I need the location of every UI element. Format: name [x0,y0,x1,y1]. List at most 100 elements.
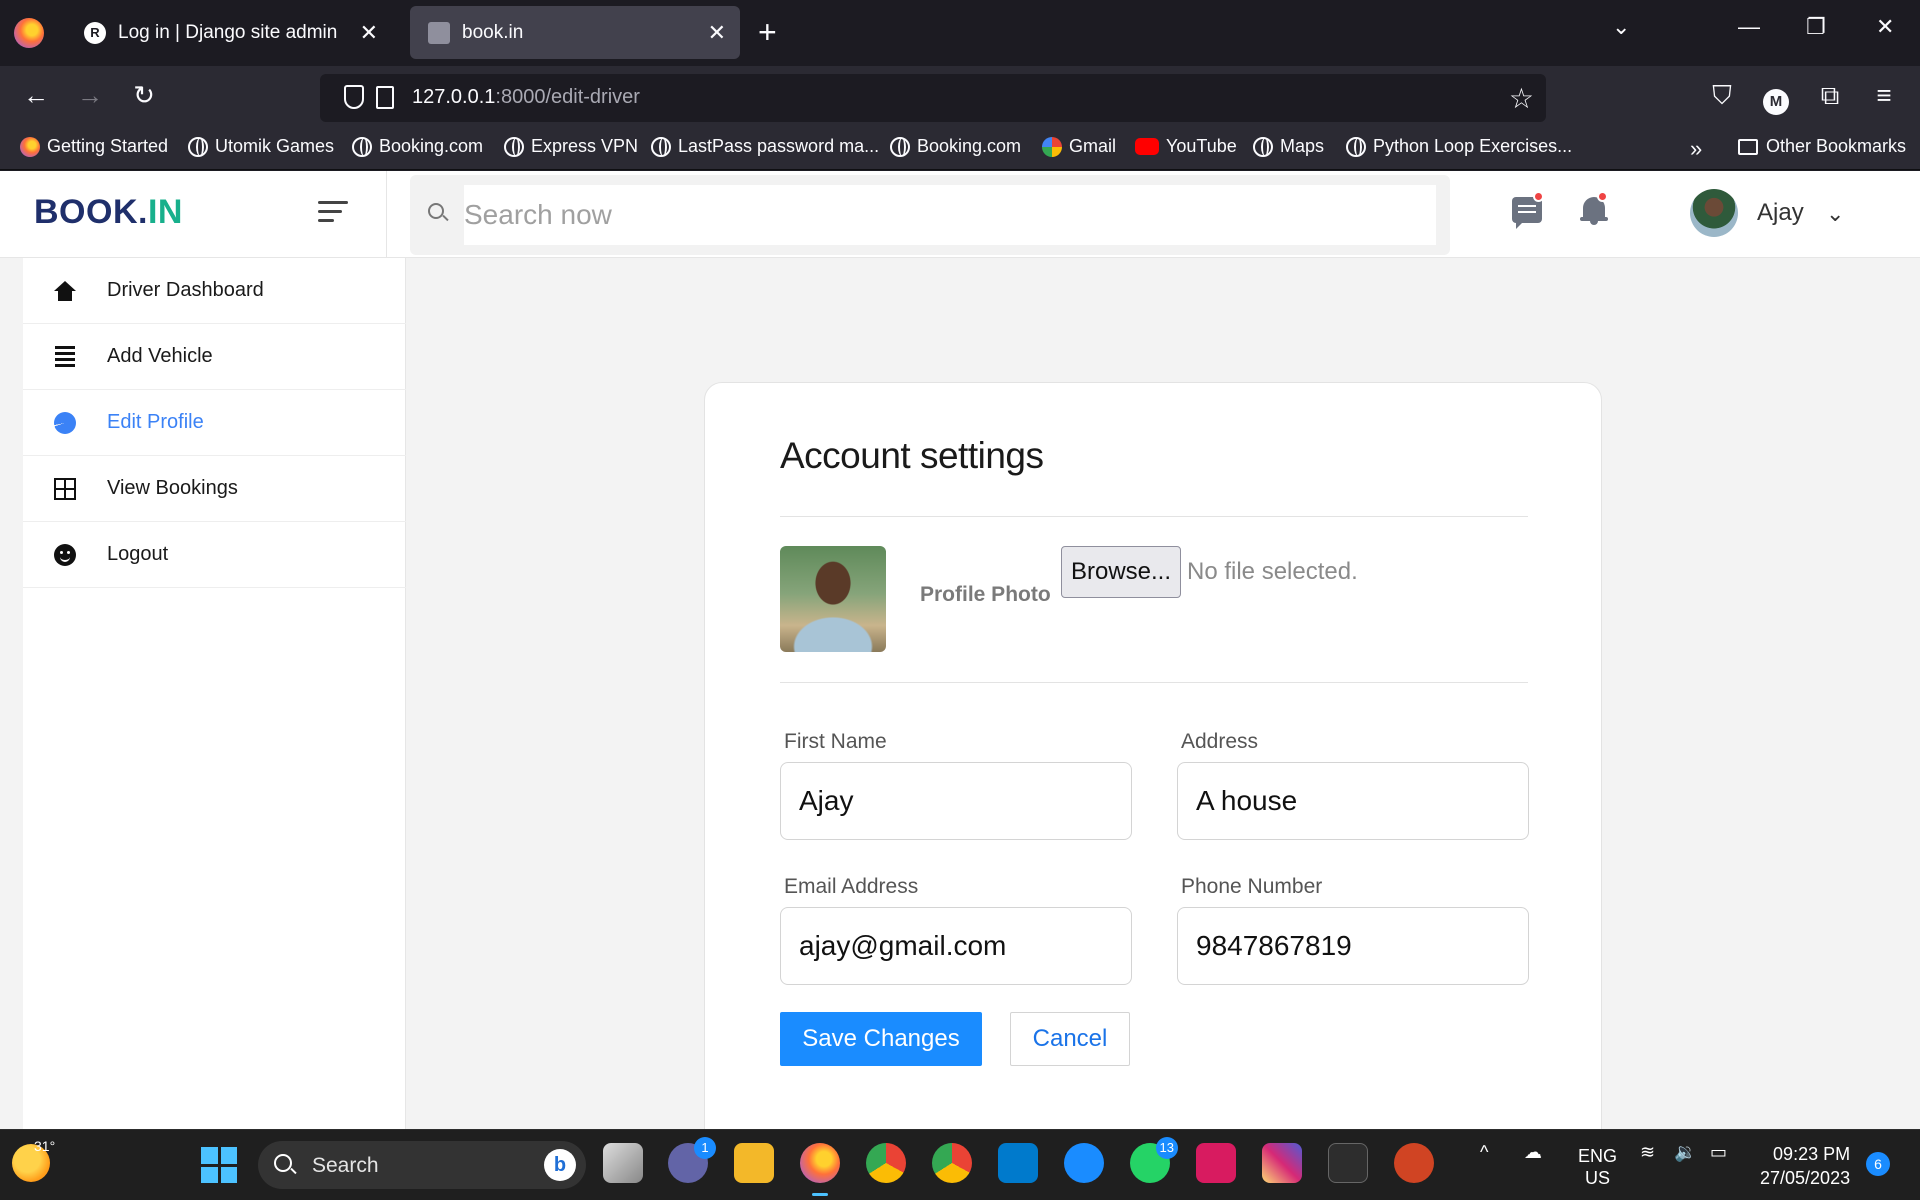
tab-title: book.in [462,21,524,43]
globe-icon [1253,136,1273,157]
sidebar-item-edit-profile[interactable]: Edit Profile [23,390,406,456]
shield-icon[interactable] [344,85,364,109]
search-icon [428,203,444,219]
phone-field[interactable] [1177,907,1529,985]
tab-title: Log in | Django site admin [118,21,338,43]
notification-alert-dot [1597,191,1608,202]
cancel-button[interactable]: Cancel [1010,1012,1130,1066]
folder-icon [1738,138,1758,155]
url-text[interactable]: 127.0.0.1:8000/edit-driver [412,86,640,109]
tab-bookin[interactable]: book.in ✕ [410,6,740,59]
notification-badge[interactable]: 6 [1866,1152,1890,1176]
wifi-icon[interactable]: ≋ [1640,1142,1655,1163]
chevron-down-icon[interactable]: ⌄ [1826,201,1844,227]
new-tab-button[interactable]: + [758,14,777,50]
pocket-icon[interactable]: ⛉ [1704,80,1740,112]
vscode-icon[interactable] [998,1143,1038,1183]
close-window-icon[interactable]: ✕ [1876,14,1894,40]
page-info-icon[interactable] [376,86,394,109]
bookmark-python-loops[interactable]: Python Loop Exercises... [1346,136,1572,157]
bookmark-booking-2[interactable]: Booking.com [890,136,1021,157]
menu-icon[interactable]: ≡ [1866,80,1902,111]
chevron-up-icon[interactable]: ^ [1480,1142,1488,1163]
search-input[interactable] [464,185,1436,245]
browse-button[interactable]: Browse... [1061,546,1181,598]
firefox-logo-icon[interactable] [14,18,44,48]
app-icon[interactable] [1196,1143,1236,1183]
taskbar-search[interactable]: Search b [258,1141,586,1189]
app-logo[interactable]: BOOK.IN [34,193,183,232]
globe-icon [651,136,671,157]
globe-icon [504,136,524,157]
page-favicon-icon [428,21,450,44]
url-bar[interactable]: 127.0.0.1:8000/edit-driver ☆ [320,74,1546,122]
reload-icon[interactable]: ↻ [126,80,162,111]
bookmark-maps[interactable]: Maps [1253,136,1324,157]
back-arrow-icon[interactable]: ← [18,80,54,111]
bookmark-lastpass[interactable]: LastPass password ma... [651,136,879,157]
bookmark-youtube[interactable]: YouTube [1135,136,1237,157]
minimize-icon[interactable]: — [1738,14,1760,40]
teams-meet-icon[interactable]: 1 [668,1137,716,1183]
bookmark-gmail[interactable]: Gmail [1042,136,1116,157]
help-icon[interactable] [1064,1143,1104,1183]
page-title: Account settings [780,435,1044,476]
bookmark-express-vpn[interactable]: Express VPN [504,136,638,157]
email-field[interactable] [780,907,1132,985]
volume-icon[interactable]: 🔉 [1674,1142,1696,1163]
list-all-tabs-icon[interactable]: ⌄ [1612,14,1630,40]
chrome-icon[interactable] [866,1143,906,1183]
save-changes-button[interactable]: Save Changes [780,1012,982,1066]
windows-start-icon[interactable] [201,1147,237,1183]
close-icon[interactable]: ✕ [708,20,726,46]
profile-photo-label: Profile Photo [920,583,1051,606]
address-label: Address [1181,730,1259,753]
messages-alert-dot [1533,191,1544,202]
powerpoint-icon[interactable] [1394,1143,1434,1183]
extensions-icon[interactable]: ⧉ [1812,80,1848,112]
other-bookmarks[interactable]: Other Bookmarks [1738,136,1906,157]
sidebar-toggle-icon[interactable] [318,201,348,228]
instagram-icon[interactable] [1262,1143,1302,1183]
firefox-taskbar-icon[interactable] [800,1143,840,1196]
user-avatar[interactable] [1690,189,1738,237]
whatsapp-icon[interactable]: 13 [1130,1137,1178,1183]
bookmark-utomik[interactable]: Utomik Games [188,136,334,157]
forward-arrow-icon[interactable]: → [72,80,108,111]
task-view-icon[interactable] [603,1143,643,1183]
sidebar-item-view-bookings[interactable]: View Bookings [23,456,406,522]
more-bookmarks-icon[interactable]: » [1690,136,1702,162]
sidebar-item-add-vehicle[interactable]: Add Vehicle [23,324,406,390]
sidebar-item-logout[interactable]: Logout [23,522,406,588]
bookmarks-bar: Getting Started Utomik Games Booking.com… [0,130,1920,170]
web-page: BOOK.IN Ajay ⌄ Driver Dashboard Add Vehi… [0,171,1920,1129]
account-avatar-icon[interactable]: M [1758,82,1794,115]
address-field[interactable] [1177,762,1529,840]
weather-temperature: 31° [34,1138,56,1154]
user-name[interactable]: Ajay [1757,199,1804,227]
first-name-field[interactable] [780,762,1132,840]
bookmark-booking[interactable]: Booking.com [352,136,483,157]
language-indicator[interactable]: ENG US [1578,1145,1617,1189]
sidebar-item-driver-dashboard[interactable]: Driver Dashboard [23,258,406,324]
terminal-icon[interactable] [1328,1143,1368,1183]
onedrive-icon[interactable]: ☁ [1524,1142,1542,1163]
bing-icon[interactable]: b [544,1149,576,1181]
smile-icon [53,543,77,567]
youtube-icon [1135,138,1159,155]
file-explorer-icon[interactable] [734,1143,774,1183]
sidebar: Driver Dashboard Add Vehicle Edit Profil… [23,258,406,1129]
battery-icon[interactable]: ▭ [1710,1142,1727,1163]
bookmark-star-icon[interactable]: ☆ [1509,82,1534,115]
close-icon[interactable]: ✕ [360,20,378,46]
list-icon [53,345,77,369]
search-box [410,175,1450,255]
browser-nav-bar: ← → ↻ 127.0.0.1:8000/edit-driver ☆ ⛉ M ⧉… [0,66,1920,130]
chrome-profile-icon[interactable] [932,1143,972,1183]
first-name-label: First Name [784,730,887,753]
profile-photo [780,546,886,652]
bookmark-getting-started[interactable]: Getting Started [20,136,168,157]
restore-icon[interactable]: ❐ [1806,14,1826,40]
clock[interactable]: 09:23 PM 27/05/2023 [1760,1142,1850,1190]
tab-django-admin[interactable]: R Log in | Django site admin ✕ [66,6,392,59]
